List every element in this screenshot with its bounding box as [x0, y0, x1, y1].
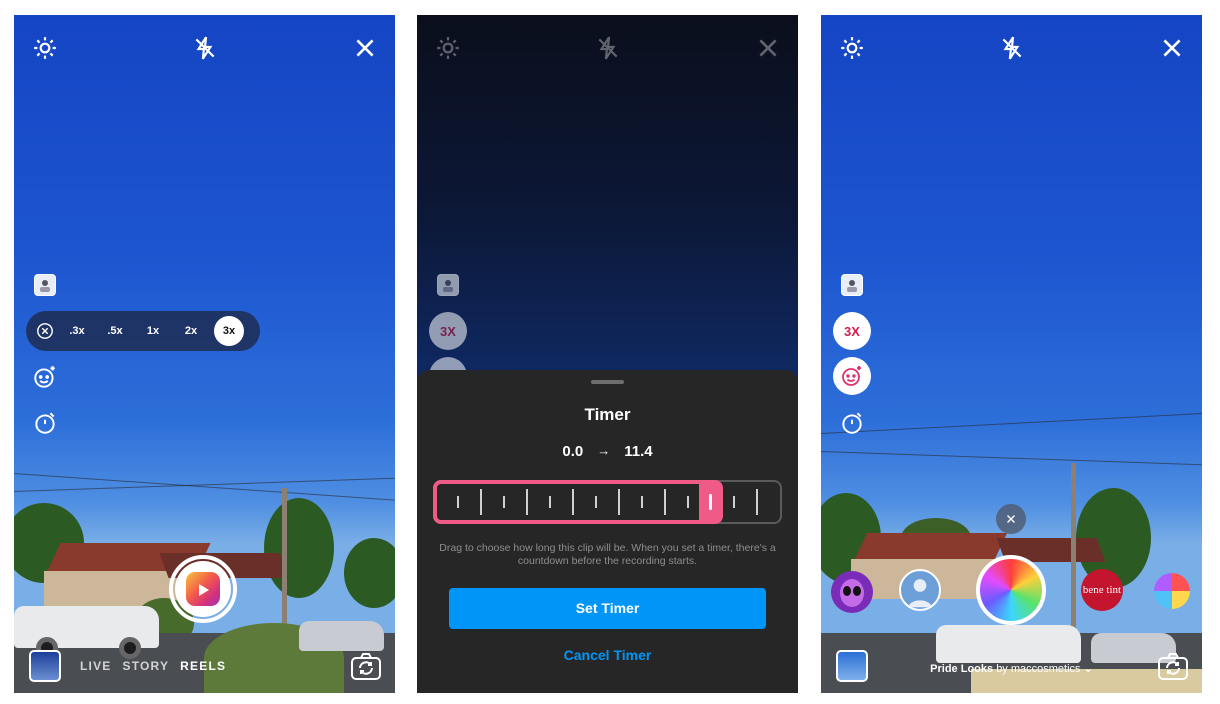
gear-icon[interactable]	[839, 35, 865, 61]
flash-off-icon[interactable]	[192, 35, 218, 61]
timer-sheet: Timer 0.0 → 11.4	[417, 370, 798, 693]
timer-help-text: Drag to choose how long this clip will b…	[439, 542, 776, 567]
effect-bene-tint[interactable]: bene tint	[1081, 569, 1123, 611]
speed-selector: .3x .5x 1x 2x 3x	[26, 311, 260, 351]
timer-slider-handle[interactable]	[699, 480, 723, 524]
speed-badge[interactable]: 3X	[833, 312, 871, 350]
effects-button[interactable]	[833, 357, 871, 395]
close-icon[interactable]	[352, 35, 378, 61]
timer-title: Timer	[584, 405, 631, 424]
close-effect-icon[interactable]	[996, 504, 1026, 534]
close-icon[interactable]	[755, 35, 781, 61]
avatar-thumbnail[interactable]	[34, 274, 56, 296]
avatar-thumbnail[interactable]	[437, 274, 459, 296]
bene-tint-logo: bene tint	[1082, 583, 1122, 596]
speed-option-0.3x[interactable]: .3x	[58, 325, 96, 337]
camera-flip-icon[interactable]	[1157, 652, 1189, 682]
timer-icon[interactable]	[32, 410, 58, 436]
speed-option-3x[interactable]: 3x	[214, 316, 244, 346]
mode-story[interactable]: STORY	[122, 659, 169, 673]
speed-option-1x[interactable]: 1x	[134, 325, 172, 337]
flash-off-icon[interactable]	[999, 35, 1025, 61]
effect-portrait[interactable]	[899, 569, 941, 611]
speed-badge[interactable]: 3X	[429, 312, 467, 350]
speed-option-2x[interactable]: 2x	[172, 325, 210, 337]
mode-reels[interactable]: REELS	[180, 659, 226, 673]
active-effect-button[interactable]	[976, 555, 1046, 625]
avatar-thumbnail[interactable]	[841, 274, 863, 296]
gallery-thumbnail[interactable]	[836, 650, 868, 682]
sparkle-face-icon[interactable]	[32, 364, 58, 390]
close-icon[interactable]	[1159, 35, 1185, 61]
camera-screen-effects: 3X bene tint Pride Looks by maccosmetics…	[821, 15, 1202, 693]
timer-end: 11.4	[624, 443, 653, 460]
set-timer-button[interactable]: Set Timer	[449, 588, 766, 629]
effect-alien[interactable]	[831, 571, 873, 613]
speed-option-0.5x[interactable]: .5x	[96, 325, 134, 337]
reels-icon	[186, 572, 220, 606]
chevron-down-icon: ⌄	[1083, 663, 1093, 675]
camera-screen-speed: .3x .5x 1x 2x 3x LIVE STORY REELS	[14, 15, 395, 693]
timer-icon[interactable]	[839, 410, 865, 436]
arrow-right-icon: →	[597, 443, 611, 458]
camera-flip-icon[interactable]	[350, 652, 382, 682]
gear-icon[interactable]	[32, 35, 58, 61]
close-speed-icon[interactable]	[32, 318, 58, 344]
gallery-thumbnail[interactable]	[29, 650, 61, 682]
mode-selector: LIVE STORY REELS	[80, 659, 226, 673]
mode-live[interactable]: LIVE	[80, 659, 111, 673]
flash-off-icon[interactable]	[595, 35, 621, 61]
timer-slider[interactable]	[433, 480, 782, 524]
camera-screen-timer: 3X Timer 0.0 → 11.4 Drag to choose how l…	[417, 15, 798, 693]
sheet-handle[interactable]	[591, 380, 624, 384]
timer-range: 0.0 → 11.4	[417, 443, 798, 460]
gear-icon[interactable]	[435, 35, 461, 61]
timer-start: 0.0	[562, 443, 584, 460]
effect-caption[interactable]: Pride Looks by maccosmetics ⌄	[821, 662, 1202, 675]
effect-color-wheel[interactable]	[1154, 573, 1190, 609]
timer-slider-selection	[433, 480, 708, 524]
effect-name: Pride Looks	[930, 663, 994, 675]
cancel-timer-button[interactable]: Cancel Timer	[417, 647, 798, 663]
record-button[interactable]	[169, 555, 237, 623]
effect-author: by maccosmetics	[996, 663, 1081, 675]
sparkle-face-icon	[842, 366, 861, 386]
